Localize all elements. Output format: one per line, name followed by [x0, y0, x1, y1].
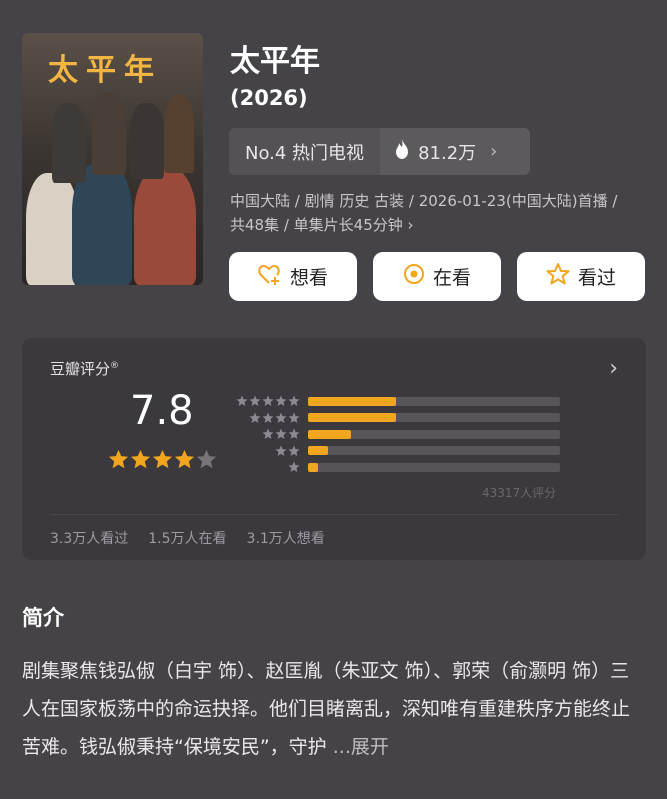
distribution-track [308, 429, 560, 439]
distribution-row [234, 428, 560, 440]
heat-indicator: 81.2万 › [380, 139, 497, 165]
small-star-icon [275, 428, 287, 440]
small-star-icon [288, 461, 300, 473]
meta-info[interactable]: 中国大陆 / 剧情 历史 古装 / 2026-01-23(中国大陆)首播 / 共… [230, 189, 630, 237]
distribution-row [234, 412, 560, 424]
row-star-label [234, 395, 300, 407]
rating-score: 7.8 [130, 388, 194, 434]
heat-value: 81.2万 [418, 142, 477, 164]
watching-button[interactable]: 在看 [373, 252, 501, 301]
chevron-right-icon[interactable]: › [609, 356, 618, 381]
small-star-icon [275, 412, 287, 424]
small-star-icon [288, 445, 300, 457]
distribution-bar [308, 429, 351, 439]
watching-count[interactable]: 1.5万人在看 [148, 528, 226, 548]
row-star-label [234, 461, 300, 473]
poster-figure [164, 95, 194, 173]
rating-card[interactable]: 豆瓣评分® › 7.8 43317人评分 3.3万人看过 1.5万人在看 3.1… [22, 338, 646, 560]
row-star-label [234, 445, 300, 457]
want-label: 想看 [289, 267, 328, 289]
small-star-icon [249, 412, 261, 424]
distribution-bar [308, 462, 319, 472]
rank-label: No.4 热门电视 [229, 128, 381, 175]
rating-count: 43317人评分 [482, 486, 557, 500]
row-star-label [234, 412, 300, 424]
page-title: 太平年 [230, 44, 320, 79]
distribution-track [308, 462, 560, 472]
flame-icon [394, 139, 410, 164]
small-star-icon [275, 395, 287, 407]
expand-link[interactable]: ...展开 [333, 736, 389, 758]
poster-figure [92, 93, 126, 175]
rank-pill[interactable]: No.4 热门电视 81.2万 › [229, 128, 530, 175]
watched-button[interactable]: 看过 [517, 252, 645, 301]
watched-count[interactable]: 3.3万人看过 [50, 528, 128, 548]
poster-figure [134, 168, 196, 285]
distribution-row [234, 461, 560, 473]
star-icon [196, 449, 217, 474]
intro-text: 剧集聚焦钱弘俶（白宇 饰）、赵匡胤（朱亚文 饰）、郭荣（俞灏明 饰）三人在国家板… [22, 652, 644, 766]
small-star-icon [275, 445, 287, 457]
star-icon [108, 449, 129, 474]
star-outline-icon [546, 263, 570, 290]
poster-figure [130, 103, 164, 179]
star-icon [130, 449, 151, 474]
distribution-bar [308, 396, 397, 406]
rating-label: 豆瓣评分® [50, 360, 120, 378]
heart-plus-icon [258, 263, 282, 290]
star-icon [174, 449, 195, 474]
small-star-icon [236, 395, 248, 407]
poster-image[interactable]: 太平年 [22, 33, 203, 285]
distribution-row [234, 395, 560, 407]
small-star-icon [288, 428, 300, 440]
rating-stars [108, 449, 217, 474]
small-star-icon [262, 395, 274, 407]
chevron-right-icon: › [490, 141, 498, 162]
distribution-bar [308, 446, 329, 455]
small-star-icon [288, 395, 300, 407]
divider [50, 514, 618, 515]
want-button[interactable]: 想看 [229, 252, 357, 301]
meta-text: 中国大陆 / 剧情 历史 古装 / 2026-01-23(中国大陆)首播 / 共… [230, 192, 618, 234]
distribution-track [308, 396, 560, 406]
intro-body: 剧集聚焦钱弘俶（白宇 饰）、赵匡胤（朱亚文 饰）、郭荣（俞灏明 饰）三人在国家板… [22, 660, 631, 758]
want-count[interactable]: 3.1万人想看 [247, 528, 325, 548]
small-star-icon [262, 412, 274, 424]
target-icon [403, 263, 425, 290]
rating-stats: 3.3万人看过 1.5万人在看 3.1万人想看 [50, 528, 325, 548]
distribution-row [234, 445, 560, 457]
row-star-label [234, 428, 300, 440]
intro-title: 简介 [22, 606, 64, 630]
poster-figure [26, 173, 78, 285]
small-star-icon [262, 428, 274, 440]
release-year: (2026) [230, 86, 308, 110]
chevron-right-icon: › [407, 216, 414, 234]
poster-figure [52, 103, 86, 183]
watched-label: 看过 [577, 267, 616, 289]
star-icon [152, 449, 173, 474]
distribution-bar [308, 413, 397, 422]
distribution-track [308, 446, 560, 455]
distribution-track [308, 413, 560, 422]
watching-label: 在看 [432, 267, 471, 289]
poster-title-art: 太平年 [48, 53, 162, 88]
small-star-icon [288, 412, 300, 424]
small-star-icon [249, 395, 261, 407]
